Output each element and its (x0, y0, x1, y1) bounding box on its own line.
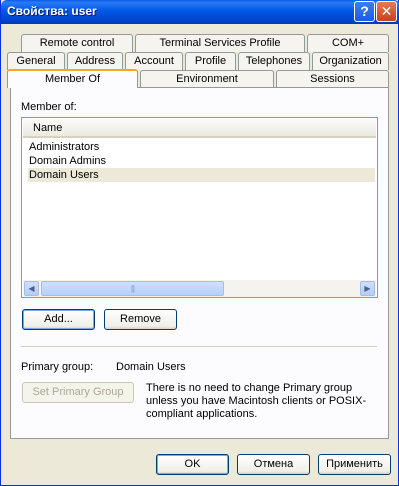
tab-account[interactable]: Account (125, 52, 183, 70)
tab-com-plus[interactable]: COM+ (307, 34, 389, 52)
tab-sessions[interactable]: Sessions (276, 70, 389, 88)
horizontal-scrollbar[interactable]: ◀ ||| ▶ (23, 280, 376, 297)
column-header-name[interactable]: Name (23, 119, 376, 138)
list-item-selected[interactable]: Domain Users (28, 168, 375, 182)
scroll-right-arrow-icon[interactable]: ▶ (360, 281, 375, 296)
primary-group-note: There is no need to change Primary group… (146, 382, 367, 420)
list-item[interactable]: Domain Admins (28, 154, 375, 168)
tab-remote-control[interactable]: Remote control (21, 34, 133, 52)
properties-dialog: Свойства: user ? ✕ Remote control Termin… (0, 0, 399, 486)
list-item[interactable]: Administrators (28, 140, 375, 154)
close-button[interactable]: ✕ (376, 1, 397, 22)
tab-organization[interactable]: Organization (312, 52, 389, 70)
window-title: Свойства: user (7, 4, 97, 18)
tab-environment[interactable]: Environment (140, 70, 274, 88)
member-of-list[interactable]: Name Administrators Domain Admins Domain… (21, 117, 378, 298)
cancel-button[interactable]: Отмена (237, 454, 310, 475)
remove-button[interactable]: Remove (104, 309, 177, 330)
apply-button[interactable]: Применить (318, 454, 391, 475)
title-bar[interactable]: Свойства: user ? ✕ (1, 0, 399, 24)
scroll-thumb[interactable]: ||| (41, 281, 224, 296)
tab-general[interactable]: General (7, 52, 65, 70)
add-button[interactable]: Add... (22, 309, 95, 330)
member-of-label: Member of: (21, 101, 77, 113)
tab-profile[interactable]: Profile (185, 52, 236, 70)
set-primary-group-button[interactable]: Set Primary Group (22, 382, 134, 403)
separator (21, 346, 377, 348)
scroll-left-arrow-icon[interactable]: ◀ (24, 281, 39, 296)
ok-button[interactable]: OK (156, 454, 229, 475)
primary-group-label: Primary group: (21, 361, 94, 373)
help-button[interactable]: ? (354, 1, 375, 22)
tab-terminal-services-profile[interactable]: Terminal Services Profile (135, 34, 305, 52)
tab-telephones[interactable]: Telephones (238, 52, 310, 70)
tab-member-of[interactable]: Member Of (7, 69, 138, 88)
tab-address[interactable]: Address (67, 52, 123, 70)
primary-group-value: Domain Users (116, 361, 186, 373)
column-header-label: Name (33, 122, 63, 134)
